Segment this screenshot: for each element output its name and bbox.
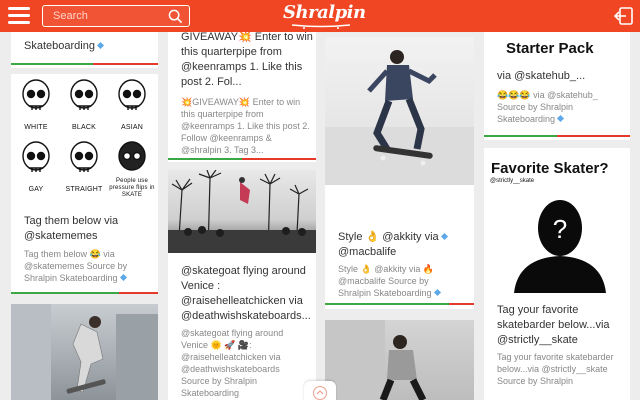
logout-icon[interactable] xyxy=(614,7,633,25)
banner-title: Starter Pack xyxy=(506,40,594,57)
post-card[interactable]: Favorite Skater? @strictly__skate ? Tag … xyxy=(484,148,630,400)
banner-title: Favorite Skater? xyxy=(491,160,609,177)
skater-photo[interactable] xyxy=(11,304,158,400)
post-caption: Tag them below 😂 via @skatememes Source b… xyxy=(24,249,128,283)
post-caption-overflow: @raisehelleatchicken via @deathwishskateb… xyxy=(168,351,316,400)
post-card[interactable] xyxy=(11,304,158,400)
post-card[interactable]: GIVEAWAY💥 Enter to win this quarterpipe f… xyxy=(168,32,316,162)
search-input[interactable]: Search xyxy=(42,5,190,27)
vote-bar xyxy=(11,292,158,294)
verified-icon xyxy=(557,114,565,123)
post-title: Tag your favorite skatebarder below...via… xyxy=(497,304,610,346)
post-caption: Style 👌 @akkity via 🔥 @macbalife Source b… xyxy=(338,263,441,299)
post-title: @skategoat flying around Venice : @raisehe… xyxy=(181,265,311,322)
verified-icon xyxy=(433,288,441,297)
scroll-to-top-button[interactable] xyxy=(304,381,336,400)
skateboard-logo-icon xyxy=(291,24,351,29)
meme-label: People use pressure flips in SKATE xyxy=(109,178,155,198)
post-title: Skateboarding xyxy=(24,40,95,52)
skater-ollie-photo[interactable] xyxy=(325,37,474,185)
venice-photo-drawing xyxy=(168,170,316,253)
venice-photo[interactable] xyxy=(168,170,316,253)
post-card[interactable] xyxy=(325,320,474,400)
search-icon[interactable] xyxy=(168,9,183,24)
meme-label: STRAIGHT xyxy=(65,186,103,193)
post-title: GIVEAWAY💥 Enter to win this quarterpipe f… xyxy=(181,32,313,88)
vote-bar xyxy=(484,135,630,137)
post-card[interactable]: Skateboarding xyxy=(11,32,158,68)
post-card[interactable]: Style 👌 @akkity via @macbalife Style 👌 @a… xyxy=(325,37,474,309)
post-title: Style 👌 @akkity via @macbalife xyxy=(338,230,448,260)
skater-photo-drawing xyxy=(11,304,158,400)
post-card[interactable]: Starter Pack via @skatehub_... 😂😂😂 via @… xyxy=(484,32,630,140)
chevron-up-icon xyxy=(313,386,327,400)
vote-bar xyxy=(325,303,474,305)
verified-icon xyxy=(440,232,448,241)
post-caption: 😂😂😂 via @skatehub_ Source by Shralpin Skat… xyxy=(497,90,598,124)
meme-label: BLACK xyxy=(72,124,96,131)
hamburger-menu-icon[interactable] xyxy=(8,7,30,25)
search-placeholder: Search xyxy=(53,10,88,22)
meme-label: GAY xyxy=(28,186,44,193)
svg-text:?: ? xyxy=(553,214,567,244)
verified-icon xyxy=(119,273,127,282)
post-caption: Tag your favorite skatebarder below...via… xyxy=(497,352,614,386)
vote-bar xyxy=(11,63,158,65)
post-caption: @skategoat flying around Venice 🌞 🚀 🎥: xyxy=(181,328,284,350)
starter-pack-banner[interactable]: Starter Pack xyxy=(484,32,630,64)
banner-handle: @strictly__skate xyxy=(490,178,535,184)
post-card[interactable]: WHITE BLACK ASIAN GAY STRAIGHT People us… xyxy=(11,74,158,294)
top-bar: Search Shralpin xyxy=(0,0,640,32)
skater-ollie-drawing xyxy=(325,50,474,185)
skater-street-photo[interactable] xyxy=(325,320,474,400)
favorite-skater-banner[interactable]: Favorite Skater? @strictly__skate ? xyxy=(484,148,630,293)
verified-icon xyxy=(96,41,104,50)
skull-meme-image[interactable]: WHITE BLACK ASIAN GAY STRAIGHT People us… xyxy=(11,74,158,200)
vote-bar xyxy=(168,158,316,160)
post-title: Tag them below via @skatememes xyxy=(24,215,119,242)
meme-label: WHITE xyxy=(24,124,48,131)
post-title: via @skatehub_... xyxy=(497,70,586,82)
app-logo[interactable]: Shralpin xyxy=(283,2,366,23)
post-card[interactable]: @skategoat flying around Venice : @raisehe… xyxy=(168,170,316,356)
post-caption: 💥GIVEAWAY💥 Enter to win this quarterpipe … xyxy=(181,97,310,155)
meme-label: ASIAN xyxy=(120,124,143,131)
skater-street-drawing xyxy=(325,320,427,400)
